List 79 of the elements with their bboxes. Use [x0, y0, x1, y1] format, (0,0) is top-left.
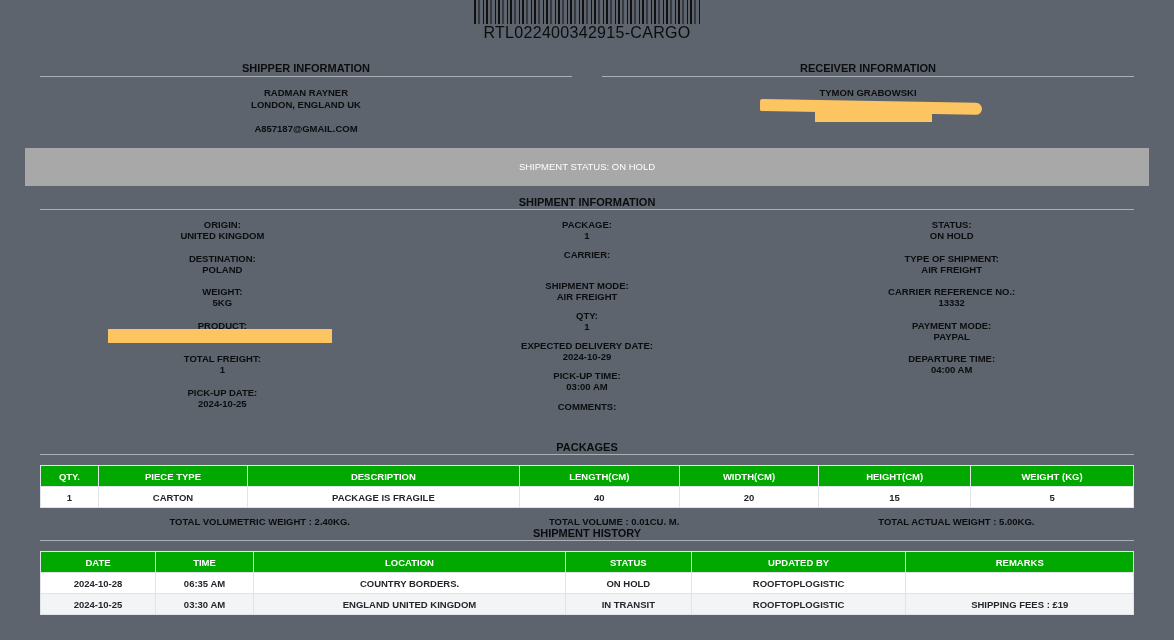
section-heading: SHIPPER INFORMATION	[40, 62, 572, 77]
field-value: AIR FREIGHT	[921, 263, 983, 275]
section-heading: RECEIVER INFORMATION	[602, 62, 1134, 77]
field-label: WEIGHT:	[202, 286, 243, 297]
table-cell: 2024-10-25	[73, 598, 123, 610]
receiver-detail: TYMON GRABOWSKI	[819, 87, 917, 99]
table-cell: CARTON	[98, 486, 248, 508]
field-value: 1	[584, 320, 590, 332]
field-value: 03:00 AM	[566, 381, 608, 393]
column-header: WEIGHT (KG)	[970, 465, 1134, 487]
total-summary: TOTAL ACTUAL WEIGHT : 5.00KG.	[878, 516, 1035, 527]
column-header: QTY.	[40, 465, 99, 487]
field-label: PRODUCT:	[197, 319, 247, 331]
field-value: POLAND	[202, 263, 243, 275]
table-cell: 03:30 AM	[183, 598, 226, 610]
field-label: CARRIER:	[563, 249, 611, 261]
field-value: 1	[219, 364, 225, 375]
field-value: 13332	[938, 297, 965, 308]
field-label: STATUS:	[931, 219, 972, 230]
field-value: 5KG	[212, 297, 233, 308]
field-label: SHIPMENT MODE:	[545, 279, 629, 291]
table-cell: PACKAGE IS FRAGILE	[247, 486, 520, 508]
table-cell: 15	[818, 486, 971, 508]
field-label: PAYMENT MODE:	[912, 319, 992, 331]
section-heading: SHIPMENT HISTORY	[40, 527, 1134, 541]
column-header: UPDATED BY	[691, 551, 906, 573]
field-value: 2024-10-29	[562, 351, 612, 363]
shipper-email: A857187@GMAIL.COM	[254, 123, 358, 135]
field-value: AIR FREIGHT	[556, 290, 618, 302]
section-heading: SHIPMENT INFORMATION	[40, 196, 1134, 210]
table-cell: 06:35 AM	[183, 577, 226, 589]
table-cell: 20	[679, 486, 819, 508]
total-summary: TOTAL VOLUME : 0.01CU. M.	[548, 516, 680, 527]
field-label: PICK-UP TIME:	[553, 370, 621, 382]
field-label: ORIGIN:	[203, 219, 241, 230]
field-label: TOTAL FREIGHT:	[183, 353, 261, 364]
shipper-detail: LONDON, ENGLAND UK	[251, 99, 361, 111]
column-header: PIECE TYPE	[98, 465, 248, 487]
field-value: PAYPAL	[933, 330, 970, 342]
table-cell: ROOFTOPLOGISTIC	[752, 598, 845, 610]
table-cell: IN TRANSIT	[601, 598, 655, 610]
field-label: DEPARTURE TIME:	[908, 353, 996, 364]
field-label: CARRIER REFERENCE NO.:	[888, 286, 1016, 297]
total-summary: TOTAL VOLUMETRIC WEIGHT : 2.40KG.	[169, 516, 350, 527]
field-value: 2024-10-25	[198, 397, 247, 409]
field-label: COMMENTS:	[557, 400, 617, 412]
table-cell: 2024-10-28	[73, 577, 123, 589]
field-label: QTY:	[576, 309, 598, 321]
column-header: DESCRIPTION	[247, 465, 520, 487]
field-value: 1	[584, 230, 590, 241]
shipper-detail: RADMAN RAYNER	[263, 87, 349, 99]
field-label: EXPECTED DELIVERY DATE:	[521, 340, 653, 352]
field-label: PACKAGE:	[562, 219, 612, 230]
table-cell: ROOFTOPLOGISTIC	[752, 577, 845, 589]
column-header: WIDTH(CM)	[679, 465, 819, 487]
section-heading: PACKAGES	[40, 441, 1134, 455]
status-banner: SHIPMENT STATUS: ON HOLD	[25, 148, 1149, 186]
table-cell: ON HOLD	[606, 577, 651, 589]
barcode-icon	[474, 0, 700, 24]
table-cell: SHIPPING FEES : £19	[971, 598, 1069, 610]
field-value: 04:00 AM	[931, 364, 973, 375]
field-value: ON HOLD	[929, 230, 974, 241]
field-label: TYPE OF SHIPMENT:	[904, 252, 999, 264]
column-header: LENGTH(CM)	[519, 465, 680, 487]
field-label: PICK-UP DATE:	[187, 386, 258, 398]
column-header: DATE	[40, 551, 156, 573]
table-cell: 1	[40, 486, 99, 508]
column-header: STATUS	[565, 551, 692, 573]
table-cell: COUNTRY BORDERS.	[359, 577, 460, 589]
column-header: LOCATION	[253, 551, 566, 573]
table-cell: ENGLAND UNITED KINGDOM	[342, 598, 477, 610]
column-header: HEIGHT(CM)	[818, 465, 971, 487]
field-label: DESTINATION:	[188, 252, 256, 264]
table-cell: 5	[970, 486, 1134, 508]
field-value: UNITED KINGDOM	[180, 230, 265, 241]
column-header: REMARKS	[906, 551, 1134, 573]
tracking-code: RTL022400342915-CARGO	[483, 24, 691, 42]
column-header: TIME	[155, 551, 254, 573]
table-cell: 40	[519, 486, 680, 508]
